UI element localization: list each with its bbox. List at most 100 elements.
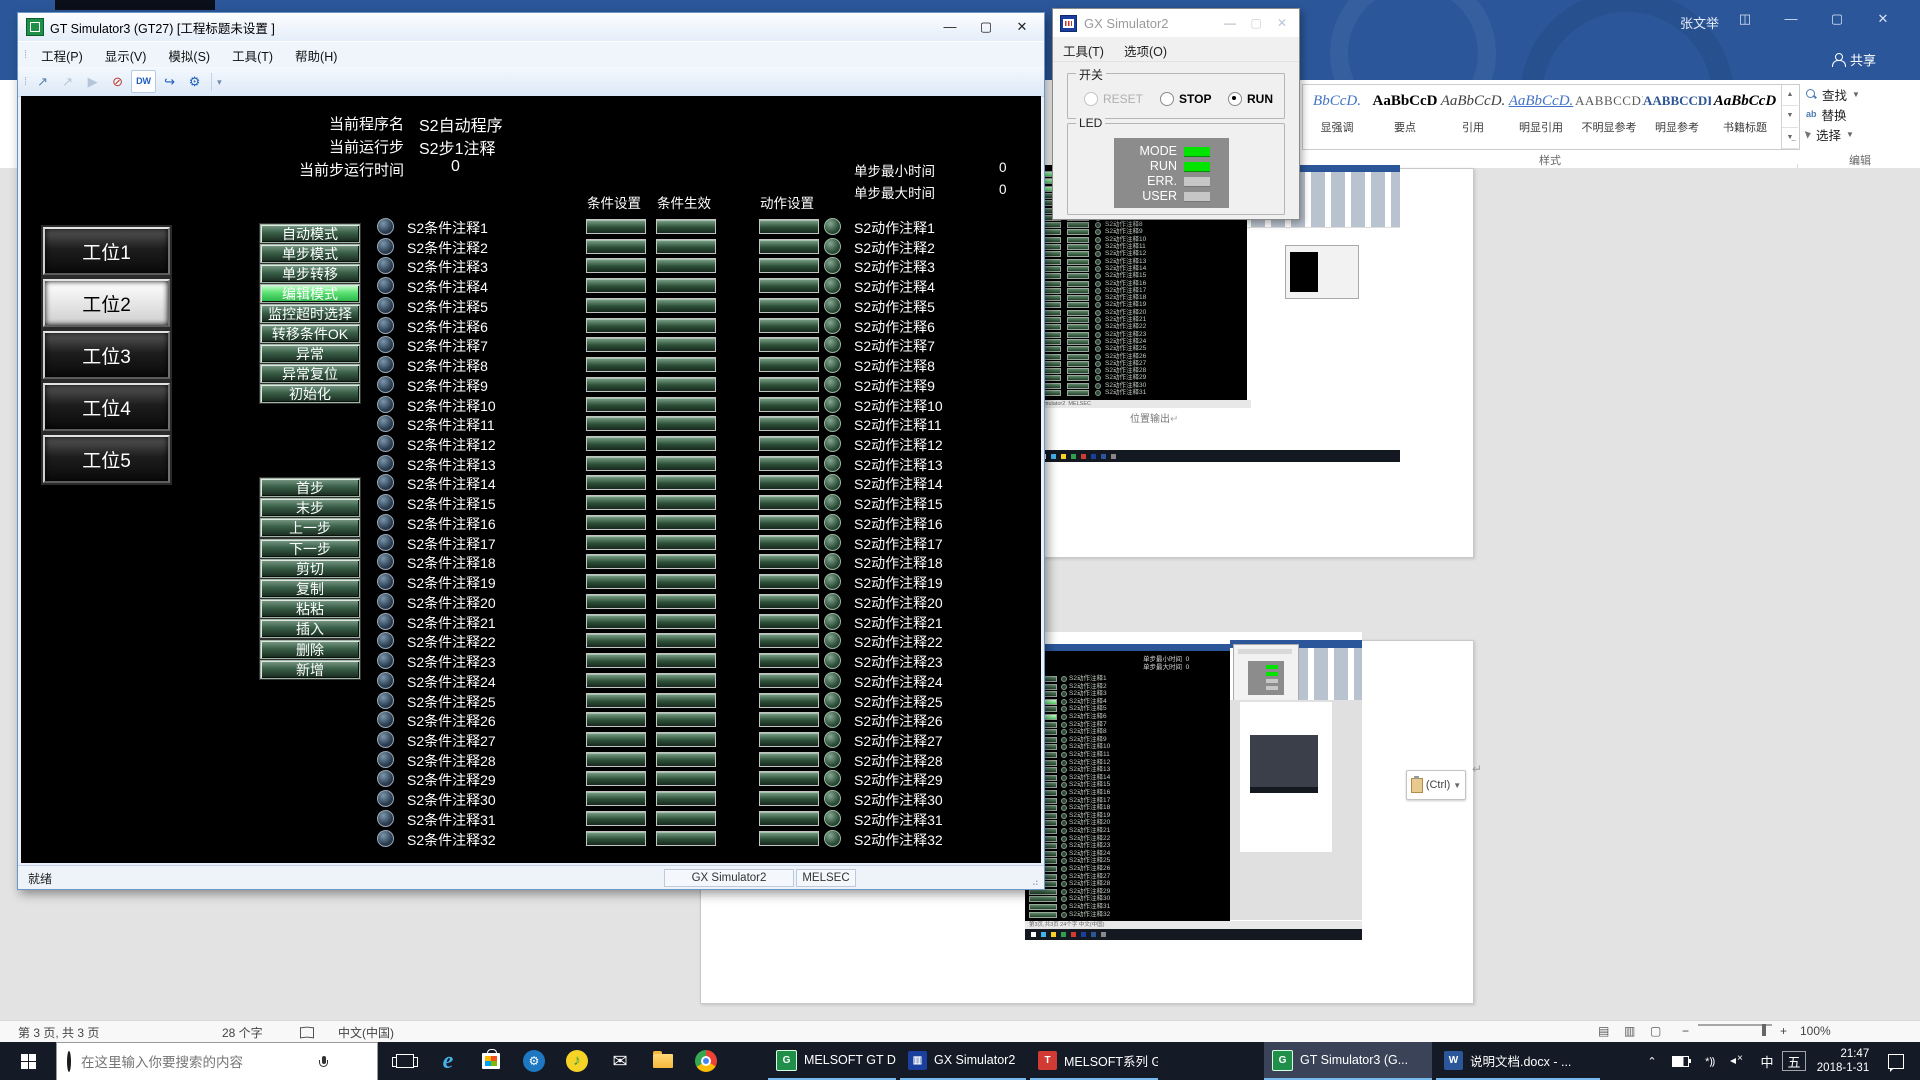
style-item-不明显参考[interactable]: AABBCCDI不明显参考: [1575, 85, 1643, 149]
gt-menu-item-3[interactable]: 模拟(S): [157, 43, 221, 68]
action-set-indicator[interactable]: [759, 495, 819, 510]
condition-set-indicator[interactable]: [586, 515, 646, 530]
condition-set-indicator[interactable]: [586, 416, 646, 431]
condition-set-indicator[interactable]: [586, 456, 646, 471]
style-gallery[interactable]: BbCcD.显强调AaBbCcD要点AaBbCcD.引用AaBbCcD.明显引用…: [1302, 84, 1800, 150]
mail-icon[interactable]: ✉: [607, 1048, 633, 1074]
style-item-明显参考[interactable]: AABBCCDI明显参考: [1643, 85, 1711, 149]
action-set-indicator[interactable]: [759, 811, 819, 826]
task-view-icon[interactable]: [392, 1048, 418, 1074]
action-set-indicator[interactable]: [759, 397, 819, 412]
ime-mode-indicator[interactable]: 五: [1782, 1051, 1806, 1071]
action-set-indicator[interactable]: [759, 633, 819, 648]
condition-set-indicator[interactable]: [586, 278, 646, 293]
action-set-indicator[interactable]: [759, 416, 819, 431]
condition-set-indicator[interactable]: [586, 752, 646, 767]
condition-set-indicator[interactable]: [586, 791, 646, 806]
toolbar-overflow-icon[interactable]: ▾: [211, 73, 222, 91]
gt-minimize-button[interactable]: —: [932, 17, 968, 37]
condition-set-indicator[interactable]: [586, 298, 646, 313]
toolbar-grip-icon[interactable]: ⁞: [24, 76, 26, 88]
action-set-indicator[interactable]: [759, 258, 819, 273]
action-set-indicator[interactable]: [759, 357, 819, 372]
music-icon[interactable]: ♪: [564, 1048, 590, 1074]
condition-set-indicator[interactable]: [586, 258, 646, 273]
action-set-indicator[interactable]: [759, 732, 819, 747]
microphone-icon[interactable]: [319, 1056, 328, 1069]
action-set-indicator[interactable]: [759, 475, 819, 490]
condition-set-indicator[interactable]: [586, 771, 646, 786]
action-set-indicator[interactable]: [759, 594, 819, 609]
gt-close-button[interactable]: ✕: [1004, 17, 1040, 37]
action-set-indicator[interactable]: [759, 535, 819, 550]
edge-icon[interactable]: e: [435, 1048, 461, 1074]
editing-选择[interactable]: 选择▼: [1806, 124, 1914, 144]
condition-set-indicator[interactable]: [586, 594, 646, 609]
word-minimize-button[interactable]: —: [1774, 8, 1808, 30]
style-item-要点[interactable]: AaBbCcD要点: [1371, 85, 1439, 149]
gt-menu-item-2[interactable]: 显示(V): [94, 43, 158, 68]
gallery-scroll-up-icon[interactable]: ▲: [1782, 85, 1798, 106]
chrome-icon[interactable]: [693, 1048, 719, 1074]
simulate-start-disabled-icon[interactable]: ▶: [81, 71, 104, 92]
open-project-disabled-icon[interactable]: ↗: [56, 71, 79, 92]
condition-set-indicator[interactable]: [586, 574, 646, 589]
condition-set-indicator[interactable]: [586, 475, 646, 490]
gt-menu-item-1[interactable]: 工程(P): [30, 43, 94, 68]
battery-icon[interactable]: [1668, 1042, 1692, 1080]
taskbar-button-4[interactable]: GGT Simulator3 (G...: [1264, 1042, 1432, 1080]
condition-set-indicator[interactable]: [586, 811, 646, 826]
taskbar-button-1[interactable]: GMELSOFT GT Des...: [768, 1042, 896, 1080]
resize-grip-icon[interactable]: ⣠: [1032, 875, 1040, 886]
action-set-indicator[interactable]: [759, 239, 819, 254]
condition-set-indicator[interactable]: [586, 673, 646, 688]
condition-set-indicator[interactable]: [586, 219, 646, 234]
read-mode-icon[interactable]: ▤: [1598, 1024, 1609, 1038]
condition-set-indicator[interactable]: [586, 337, 646, 352]
action-set-indicator[interactable]: [759, 752, 819, 767]
word-close-button[interactable]: ✕: [1866, 8, 1900, 30]
search-input[interactable]: [79, 1054, 313, 1071]
action-set-indicator[interactable]: [759, 771, 819, 786]
store-icon[interactable]: [478, 1048, 504, 1074]
condition-set-indicator[interactable]: [586, 614, 646, 629]
action-set-indicator[interactable]: [759, 614, 819, 629]
action-set-indicator[interactable]: [759, 377, 819, 392]
condition-set-indicator[interactable]: [586, 495, 646, 510]
gt-menu-item-5[interactable]: 帮助(H): [284, 43, 348, 68]
proofing-icon[interactable]: [300, 1027, 314, 1038]
gallery-more-icon[interactable]: ▼̲: [1782, 128, 1798, 149]
word-count[interactable]: 28 个字: [222, 1024, 263, 1041]
ribbon-display-options-icon[interactable]: ◫: [1728, 8, 1762, 30]
toolbar-grip-icon[interactable]: ⁞: [24, 49, 26, 61]
action-set-indicator[interactable]: [759, 456, 819, 471]
editing-查找[interactable]: 查找▼: [1806, 84, 1914, 104]
ime-language-indicator[interactable]: 中: [1756, 1042, 1778, 1080]
share-button[interactable]: 共享: [1832, 44, 1914, 74]
condition-set-indicator[interactable]: [586, 357, 646, 372]
action-set-indicator[interactable]: [759, 712, 819, 727]
style-item-明显引用[interactable]: AaBbCcD.明显引用: [1507, 85, 1575, 149]
script-monitor-icon[interactable]: ↪: [158, 71, 181, 92]
action-set-indicator[interactable]: [759, 673, 819, 688]
option-setup-icon[interactable]: ⚙: [183, 71, 206, 92]
action-set-indicator[interactable]: [759, 318, 819, 333]
hmi-screen[interactable]: 当前程序名S2自动程序当前运行步S2步1注释当前步运行时间0单步最小时间0单步最…: [21, 96, 1041, 863]
taskbar-button-2[interactable]: ▥GX Simulator2: [900, 1042, 1026, 1080]
taskbar-button-3[interactable]: TMELSOFT系列 GX...: [1030, 1042, 1158, 1080]
condition-set-indicator[interactable]: [586, 831, 646, 846]
page-indicator[interactable]: 第 3 页, 共 3 页: [18, 1024, 99, 1041]
condition-set-indicator[interactable]: [586, 397, 646, 412]
gt-menu-item-4[interactable]: 工具(T): [221, 43, 284, 68]
action-center-icon[interactable]: [1884, 1042, 1908, 1080]
editing-替换[interactable]: ab替换: [1806, 104, 1914, 124]
action-set-indicator[interactable]: [759, 219, 819, 234]
language-indicator[interactable]: 中文(中国): [338, 1024, 394, 1041]
paste-options-button[interactable]: (Ctrl) ▼: [1406, 770, 1466, 800]
action-set-indicator[interactable]: [759, 554, 819, 569]
gx-close-button[interactable]: ✕: [1269, 14, 1295, 32]
wifi-icon[interactable]: *⸩: [1698, 1042, 1722, 1080]
condition-set-indicator[interactable]: [586, 377, 646, 392]
gt-title-bar[interactable]: GT Simulator3 (GT27) [工程标题未设置 ]: [18, 13, 1044, 41]
volume-muted-icon[interactable]: [1726, 1042, 1750, 1080]
